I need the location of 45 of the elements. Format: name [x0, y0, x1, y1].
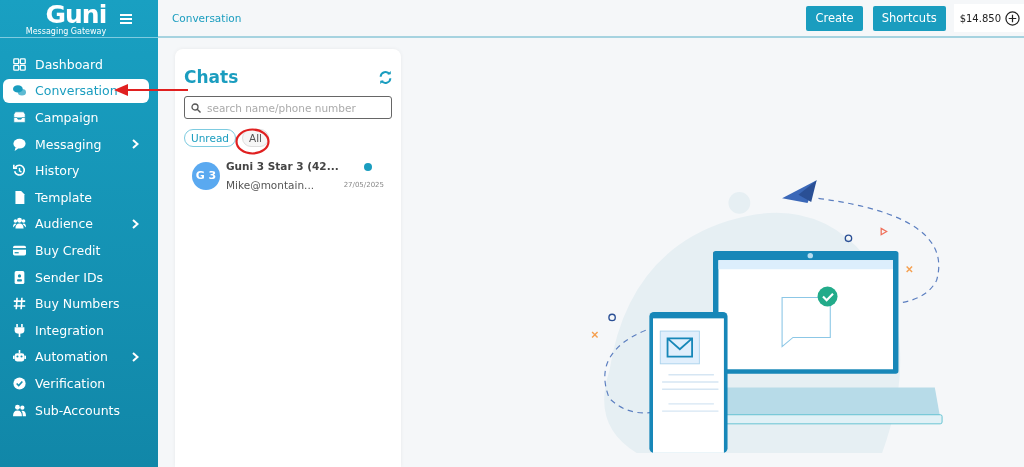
sidebar-item[interactable]: Messaging: [3, 132, 149, 157]
robot-icon: [13, 350, 26, 364]
sidebar-item[interactable]: Sender IDs: [3, 265, 149, 290]
sidebar-item[interactable]: Sub-Accounts: [3, 398, 149, 422]
plug-icon: [13, 323, 26, 337]
balance-amount: $14.850: [959, 12, 1001, 24]
sidebar-item[interactable]: Automation: [3, 344, 149, 369]
grid-icon: [13, 57, 26, 71]
sidebar-item[interactable]: Conversation: [3, 78, 149, 103]
users-icon: [13, 403, 26, 417]
chat-bubbles-icon: [13, 84, 26, 98]
logo-tagline: Messaging Gateway: [25, 26, 107, 36]
chat-preview: Mike@montain...: [226, 179, 316, 191]
group-icon: [13, 217, 26, 231]
search-field[interactable]: search name/phone number: [184, 96, 392, 119]
toolbar-button[interactable]: Create: [806, 5, 863, 31]
search-icon: [191, 102, 201, 113]
document-icon: [13, 190, 26, 204]
annotation-circle: [235, 128, 270, 155]
panel-title: Chats: [184, 67, 239, 87]
sidebar-item[interactable]: Buy Numbers: [3, 291, 149, 316]
id-card-icon: [13, 270, 26, 284]
menu-icon[interactable]: [120, 13, 133, 24]
sidebar-item[interactable]: Buy Credit: [3, 238, 149, 263]
sidebar-item[interactable]: Integration: [3, 318, 149, 343]
sidebar-item[interactable]: Dashboard: [3, 52, 149, 77]
filter-chip[interactable]: Unread: [184, 129, 236, 147]
refresh-icon[interactable]: [379, 70, 392, 84]
history-icon: [13, 164, 26, 178]
avatar: G 3: [192, 161, 220, 190]
speech-bubble-icon: [13, 137, 26, 151]
add-circle-icon[interactable]: [1005, 10, 1020, 26]
credit-card-icon: [13, 243, 26, 257]
sidebar-item[interactable]: Template: [3, 185, 149, 210]
inbox-icon: [13, 111, 26, 124]
sidebar-item[interactable]: Campaign: [3, 105, 149, 130]
toolbar-button[interactable]: Shortcuts: [872, 5, 946, 31]
sidebar-item[interactable]: Audience: [3, 211, 149, 236]
check-badge-icon: [13, 376, 26, 390]
sidebar-item[interactable]: Verification: [3, 371, 149, 396]
chat-name[interactable]: Guni 3 Star 3 (42...: [226, 160, 338, 172]
sidebar-item[interactable]: History: [3, 158, 149, 183]
logo-wordmark: Guni: [45, 1, 107, 27]
hash-icon: [13, 297, 26, 311]
breadcrumb: Conversation: [172, 12, 243, 24]
